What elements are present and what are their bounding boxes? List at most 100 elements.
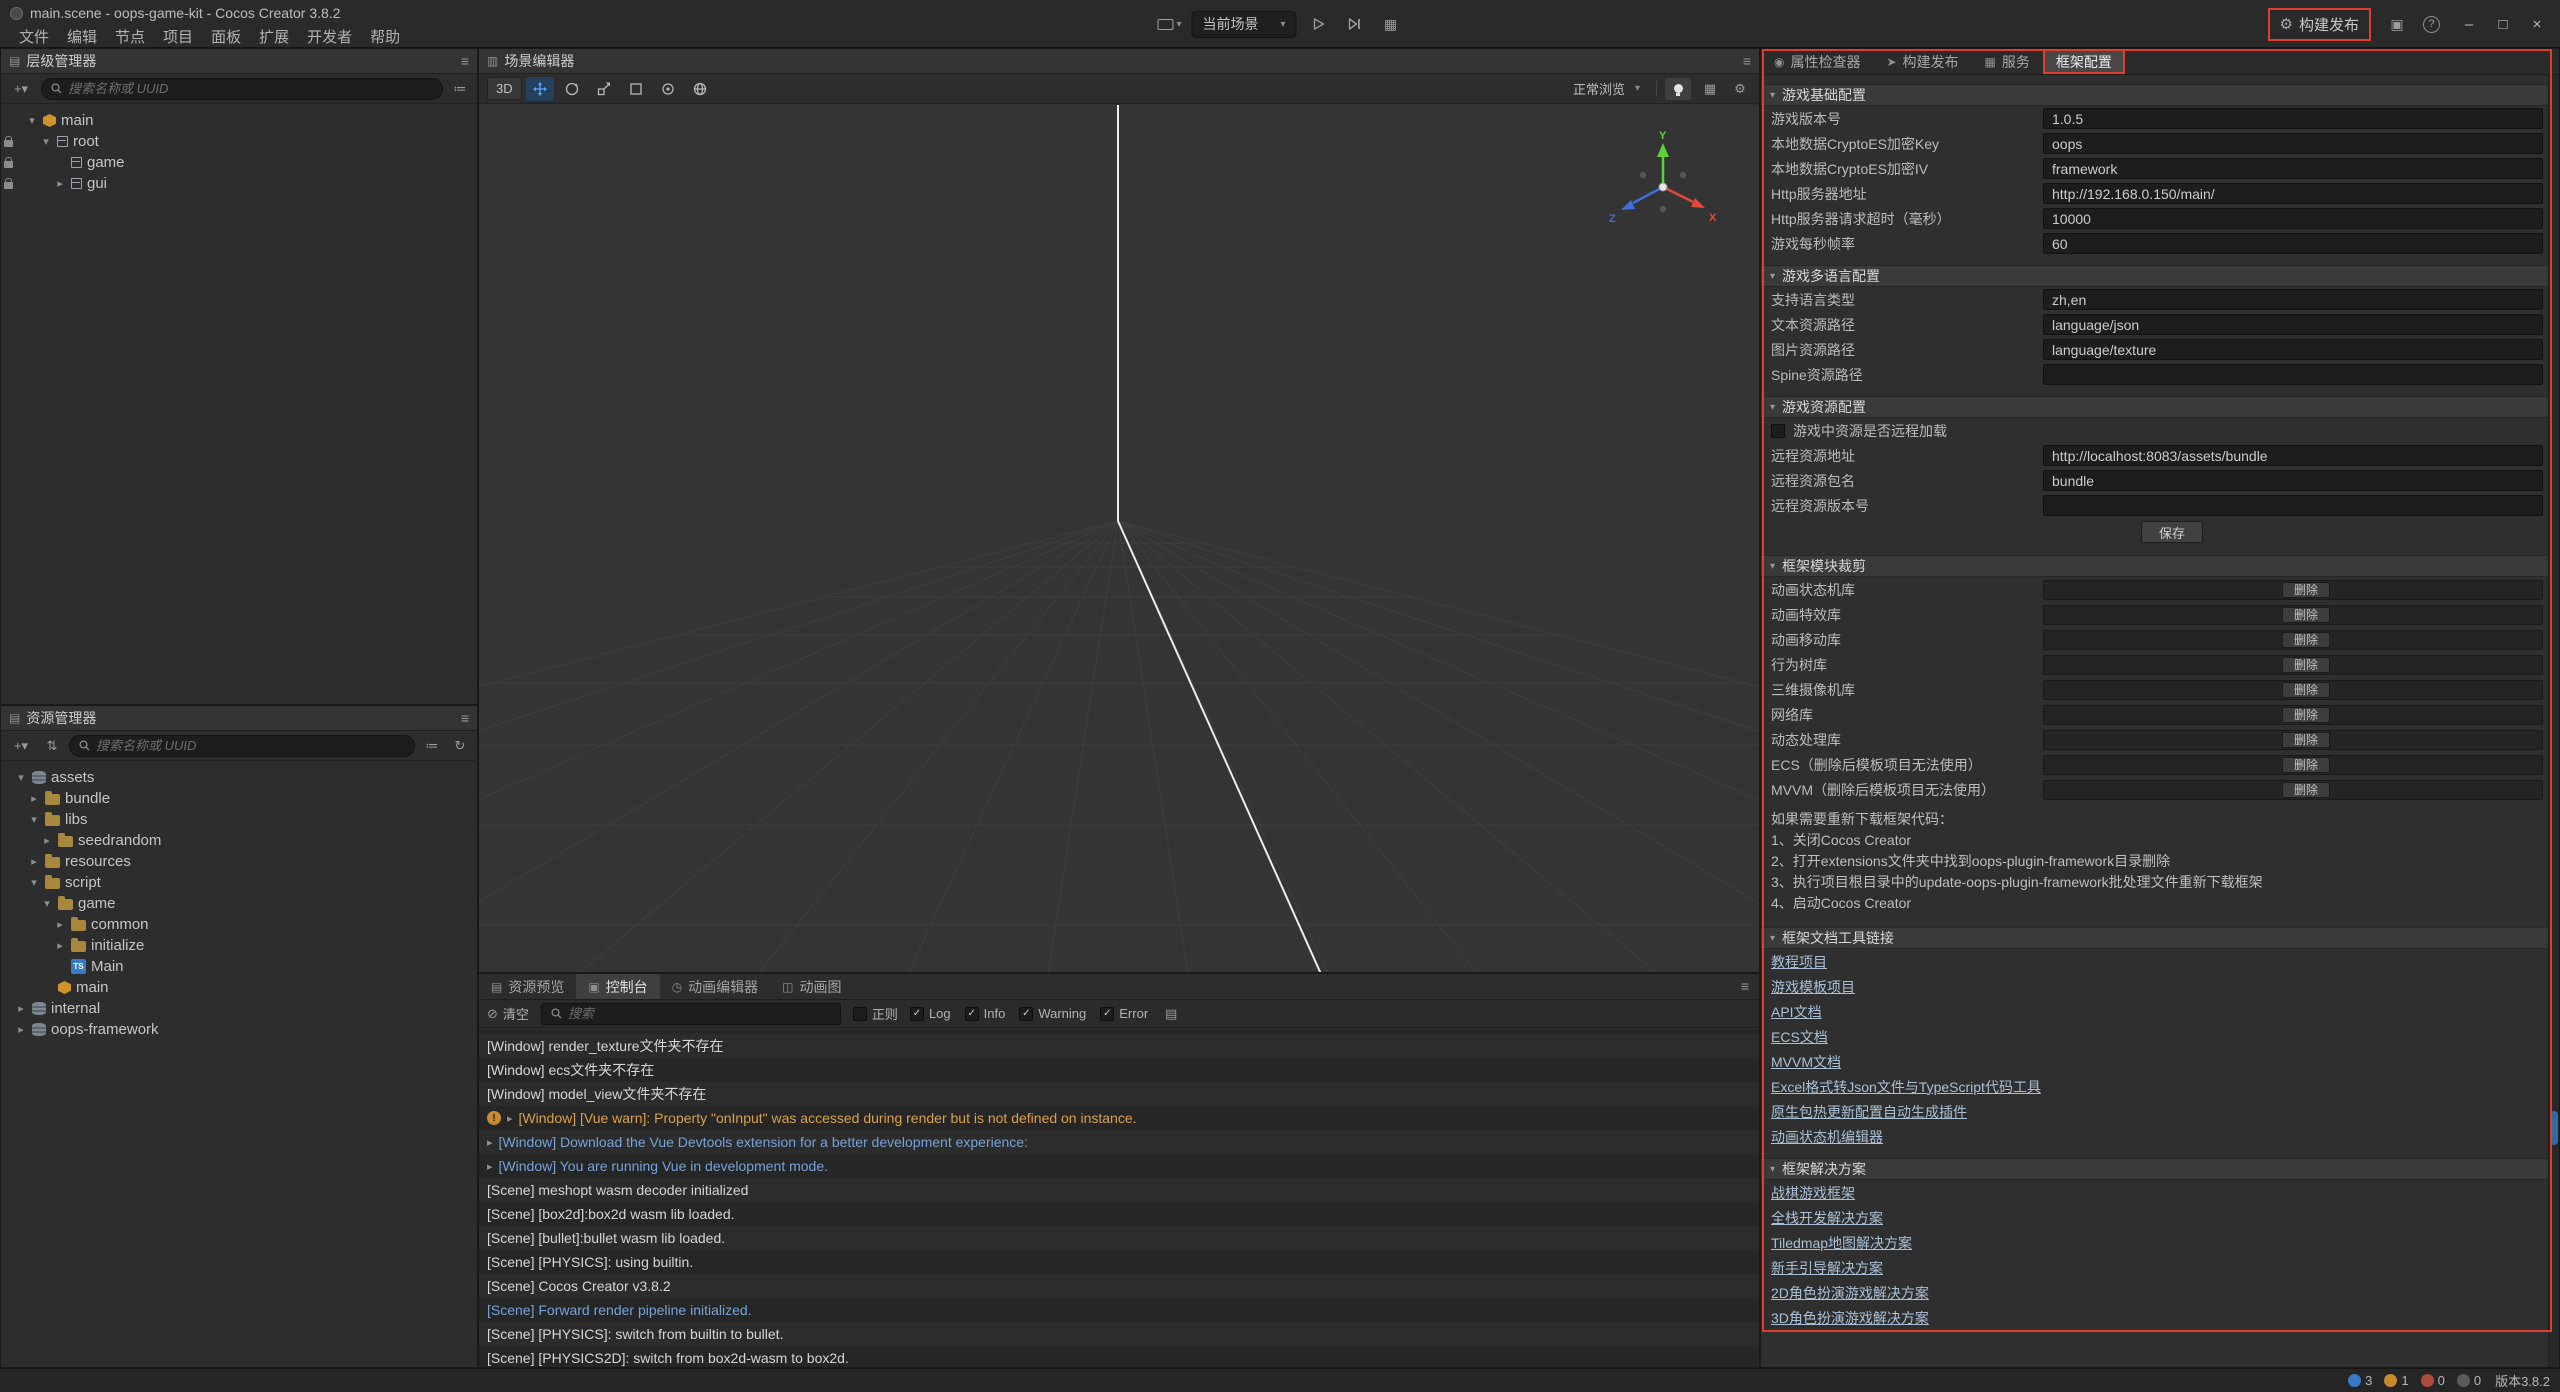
inspector-tab-0[interactable]: ◉属性检查器: [1761, 49, 1873, 74]
expand-arrow-icon[interactable]: ▸: [487, 1160, 493, 1173]
scale-tool-button[interactable]: [590, 77, 618, 101]
expand-arrow-icon[interactable]: ▸: [54, 918, 66, 931]
status-badge-warning[interactable]: 1: [2384, 1373, 2408, 1388]
delete-button[interactable]: 删除: [2282, 632, 2330, 648]
expand-arrow-icon[interactable]: ▸: [487, 1136, 493, 1149]
menu-item-5[interactable]: 扩展: [250, 24, 298, 49]
delete-button[interactable]: 删除: [2282, 657, 2330, 673]
build-publish-button[interactable]: ⚙ 构建发布: [2273, 11, 2366, 38]
expand-arrow-icon[interactable]: ▾: [26, 114, 38, 127]
pivot-toggle-button[interactable]: [654, 77, 682, 101]
log-row[interactable]: [Scene] [PHYSICS2D]: switch from box2d-w…: [479, 1346, 1759, 1367]
field-input[interactable]: [2043, 495, 2543, 516]
field-input[interactable]: [2043, 183, 2543, 204]
log-row[interactable]: [Scene] [PHYSICS]: using builtin.: [479, 1250, 1759, 1274]
axis-gizmo[interactable]: Y X Z: [1599, 129, 1729, 239]
rect-tool-button[interactable]: [622, 77, 650, 101]
status-badge-notify[interactable]: 0: [2457, 1373, 2481, 1388]
expand-arrow-icon[interactable]: ▸: [28, 792, 40, 805]
delete-button[interactable]: 删除: [2282, 732, 2330, 748]
lighting-toggle-button[interactable]: [1665, 78, 1691, 100]
lock-icon[interactable]: [4, 161, 13, 168]
console-tab-0[interactable]: ▤资源预览: [479, 974, 576, 999]
create-asset-button[interactable]: +▾: [7, 735, 35, 757]
tree-node-libs[interactable]: ▾libs: [1, 809, 477, 830]
step-button[interactable]: [1341, 11, 1369, 37]
menu-item-1[interactable]: 编辑: [58, 24, 106, 49]
doc-link[interactable]: 教程项目: [1771, 952, 1827, 972]
tree-node-gui[interactable]: ▸gui: [1, 173, 477, 194]
field-input[interactable]: [2043, 470, 2543, 491]
expand-arrow-icon[interactable]: ▾: [41, 897, 53, 910]
expand-arrow-icon[interactable]: ▸: [15, 1002, 27, 1015]
console-tab-2[interactable]: ◷动画编辑器: [660, 974, 770, 999]
window-minimize-button[interactable]: –: [2452, 2, 2486, 46]
console-search-input[interactable]: [568, 1006, 831, 1021]
tree-node-script[interactable]: ▾script: [1, 872, 477, 893]
section-docs[interactable]: ▾框架文档工具链接: [1761, 927, 2559, 949]
delete-button[interactable]: 删除: [2282, 757, 2330, 773]
delete-button[interactable]: 删除: [2282, 607, 2330, 623]
delete-button[interactable]: 删除: [2282, 707, 2330, 723]
log-row[interactable]: [Window] render_texture文件夹不存在: [479, 1034, 1759, 1058]
menu-item-7[interactable]: 帮助: [361, 24, 409, 49]
expand-arrow-icon[interactable]: ▸: [28, 855, 40, 868]
log-row[interactable]: [Scene] Forward render pipeline initiali…: [479, 1298, 1759, 1322]
grid-toggle-button[interactable]: ▦: [1699, 78, 1721, 100]
tree-node-common[interactable]: ▸common: [1, 914, 477, 935]
log-row[interactable]: [Window] model_view文件夹不存在: [479, 1082, 1759, 1106]
coordinate-space-button[interactable]: [686, 77, 714, 101]
inspector-tab-3[interactable]: 框架配置: [2043, 49, 2125, 74]
expand-arrow-icon[interactable]: ▾: [28, 813, 40, 826]
console-filter-1[interactable]: ✓Info: [965, 1006, 1006, 1021]
console-filter-3[interactable]: ✓Error: [1100, 1006, 1148, 1021]
menu-item-6[interactable]: 开发者: [298, 24, 361, 49]
scene-viewport[interactable]: Y X Z: [479, 105, 1759, 972]
rotate-tool-button[interactable]: [558, 77, 586, 101]
field-input[interactable]: [2043, 208, 2543, 229]
log-row[interactable]: [Scene] meshopt wasm decoder initialized: [479, 1178, 1759, 1202]
log-row[interactable]: !▸[Window] [Vue warn]: Property "onInput…: [479, 1106, 1759, 1130]
log-row[interactable]: [Scene] [bullet]:bullet wasm lib loaded.: [479, 1226, 1759, 1250]
expand-arrow-icon[interactable]: ▸: [54, 939, 66, 952]
expand-arrow-icon[interactable]: ▸: [41, 834, 53, 847]
assets-search[interactable]: [69, 735, 415, 757]
assets-search-input[interactable]: [96, 738, 405, 753]
doc-link[interactable]: 原生包热更新配置自动生成插件: [1771, 1102, 1967, 1122]
window-maximize-button[interactable]: □: [2486, 2, 2520, 46]
tree-node-bundle[interactable]: ▸bundle: [1, 788, 477, 809]
log-row[interactable]: [Scene] [box2d]:box2d wasm lib loaded.: [479, 1202, 1759, 1226]
package-icon[interactable]: ▣: [2383, 11, 2411, 37]
tree-node-oops-framework[interactable]: ▸oops-framework: [1, 1019, 477, 1040]
expand-arrow-icon[interactable]: ▾: [28, 876, 40, 889]
doc-link[interactable]: Excel格式转Json文件与TypeScript代码工具: [1771, 1077, 2041, 1097]
field-input[interactable]: [2043, 445, 2543, 466]
log-row[interactable]: [Window] ecs文件夹不存在: [479, 1058, 1759, 1082]
expand-arrow-icon[interactable]: ▾: [15, 771, 27, 784]
section-i18n[interactable]: ▾游戏多语言配置: [1761, 265, 2559, 287]
status-badge-error[interactable]: 0: [2421, 1373, 2445, 1388]
scene-settings-button[interactable]: ⚙: [1729, 78, 1751, 100]
log-row[interactable]: [Scene] Cocos Creator v3.8.2: [479, 1274, 1759, 1298]
help-button[interactable]: ?: [2423, 16, 2440, 33]
doc-link[interactable]: API文档: [1771, 1002, 1822, 1022]
tree-node-main[interactable]: main: [1, 977, 477, 998]
expand-arrow-icon[interactable]: ▸: [54, 177, 66, 190]
expand-arrow-icon[interactable]: ▸: [15, 1023, 27, 1036]
scene-selector[interactable]: 当前场景 ▾: [1191, 11, 1296, 38]
field-input[interactable]: [2043, 133, 2543, 154]
tree-node-assets[interactable]: ▾assets: [1, 767, 477, 788]
log-row[interactable]: ▸[Window] Download the Vue Devtools exte…: [479, 1130, 1759, 1154]
sort-icon[interactable]: ⇅: [41, 735, 63, 757]
refresh-icon[interactable]: ↻: [449, 735, 471, 757]
mode-3d-toggle[interactable]: 3D: [487, 77, 522, 100]
tree-node-Main[interactable]: TSMain: [1, 956, 477, 977]
panel-menu-icon[interactable]: ≡: [461, 53, 469, 69]
field-input[interactable]: [2043, 158, 2543, 179]
status-badge-info[interactable]: 3: [2348, 1373, 2372, 1388]
panel-menu-icon[interactable]: ≡: [461, 710, 469, 726]
tree-node-root[interactable]: ▾root: [1, 131, 477, 152]
menu-item-0[interactable]: 文件: [10, 24, 58, 49]
tree-node-main[interactable]: ▾main: [1, 110, 477, 131]
inspector-tab-1[interactable]: ➤构建发布: [1873, 49, 1971, 74]
